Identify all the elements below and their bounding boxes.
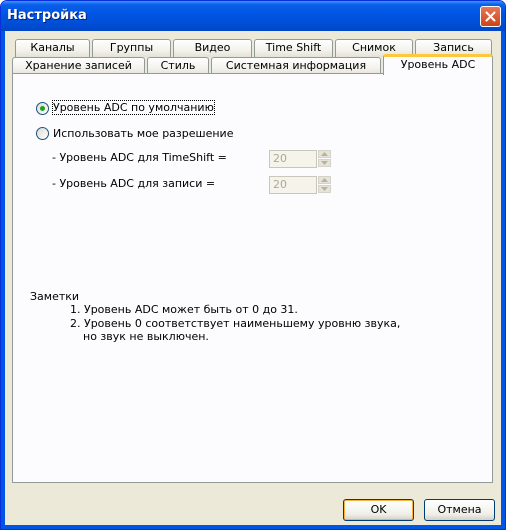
timeshift-adc-label: - Уровень ADC для TimeShift = (52, 151, 227, 164)
notes-title: Заметки (30, 290, 80, 303)
tab-panel-adc: Уровень ADC по умолчанию Использовать мо… (12, 73, 493, 483)
settings-dialog: Настройка Каналы Группы Видео Time Shift… (0, 0, 506, 530)
notes-line-1: 1. Уровень ADC может быть от 0 до 31. (70, 303, 298, 316)
spin-up-icon (321, 178, 328, 182)
tab-adc-level[interactable]: Уровень ADC (383, 54, 493, 75)
tab-timeshift[interactable]: Time Shift (254, 39, 333, 57)
notes-line-2: 2. Уровень 0 соответствует наименьшему у… (70, 317, 401, 330)
ok-button[interactable]: OK (343, 499, 414, 521)
timeshift-spin-up[interactable] (318, 150, 331, 158)
spin-down-icon (321, 187, 328, 191)
window-title: Настройка (7, 8, 87, 23)
frame-right (501, 31, 505, 529)
tab-video[interactable]: Видео (173, 39, 252, 57)
record-adc-label: - Уровень ADC для записи = (52, 177, 216, 190)
radio-default-adc-label[interactable]: Уровень ADC по умолчанию (52, 100, 215, 115)
record-spin-down[interactable] (318, 185, 331, 193)
close-icon (485, 11, 496, 22)
tab-channels[interactable]: Каналы (15, 39, 90, 57)
close-button[interactable] (480, 6, 501, 27)
frame-bottom (1, 525, 505, 529)
record-adc-input[interactable]: 20 (269, 176, 317, 194)
spin-up-icon (321, 152, 328, 156)
title-bar[interactable]: Настройка (1, 1, 505, 31)
frame-left (1, 31, 5, 529)
radio-default-adc[interactable] (36, 102, 49, 115)
radio-custom-resolution[interactable] (36, 127, 49, 140)
spin-down-icon (321, 161, 328, 165)
cancel-button[interactable]: Отмена (424, 499, 495, 521)
record-spin-up[interactable] (318, 176, 331, 184)
radio-selected-dot (40, 106, 45, 111)
timeshift-adc-input[interactable]: 20 (269, 150, 317, 168)
notes-line-3: но звук не выключен. (83, 330, 209, 343)
radio-custom-resolution-label[interactable]: Использовать мое разрешение (53, 127, 233, 140)
tab-groups[interactable]: Группы (92, 39, 171, 57)
timeshift-spin-down[interactable] (318, 159, 331, 167)
